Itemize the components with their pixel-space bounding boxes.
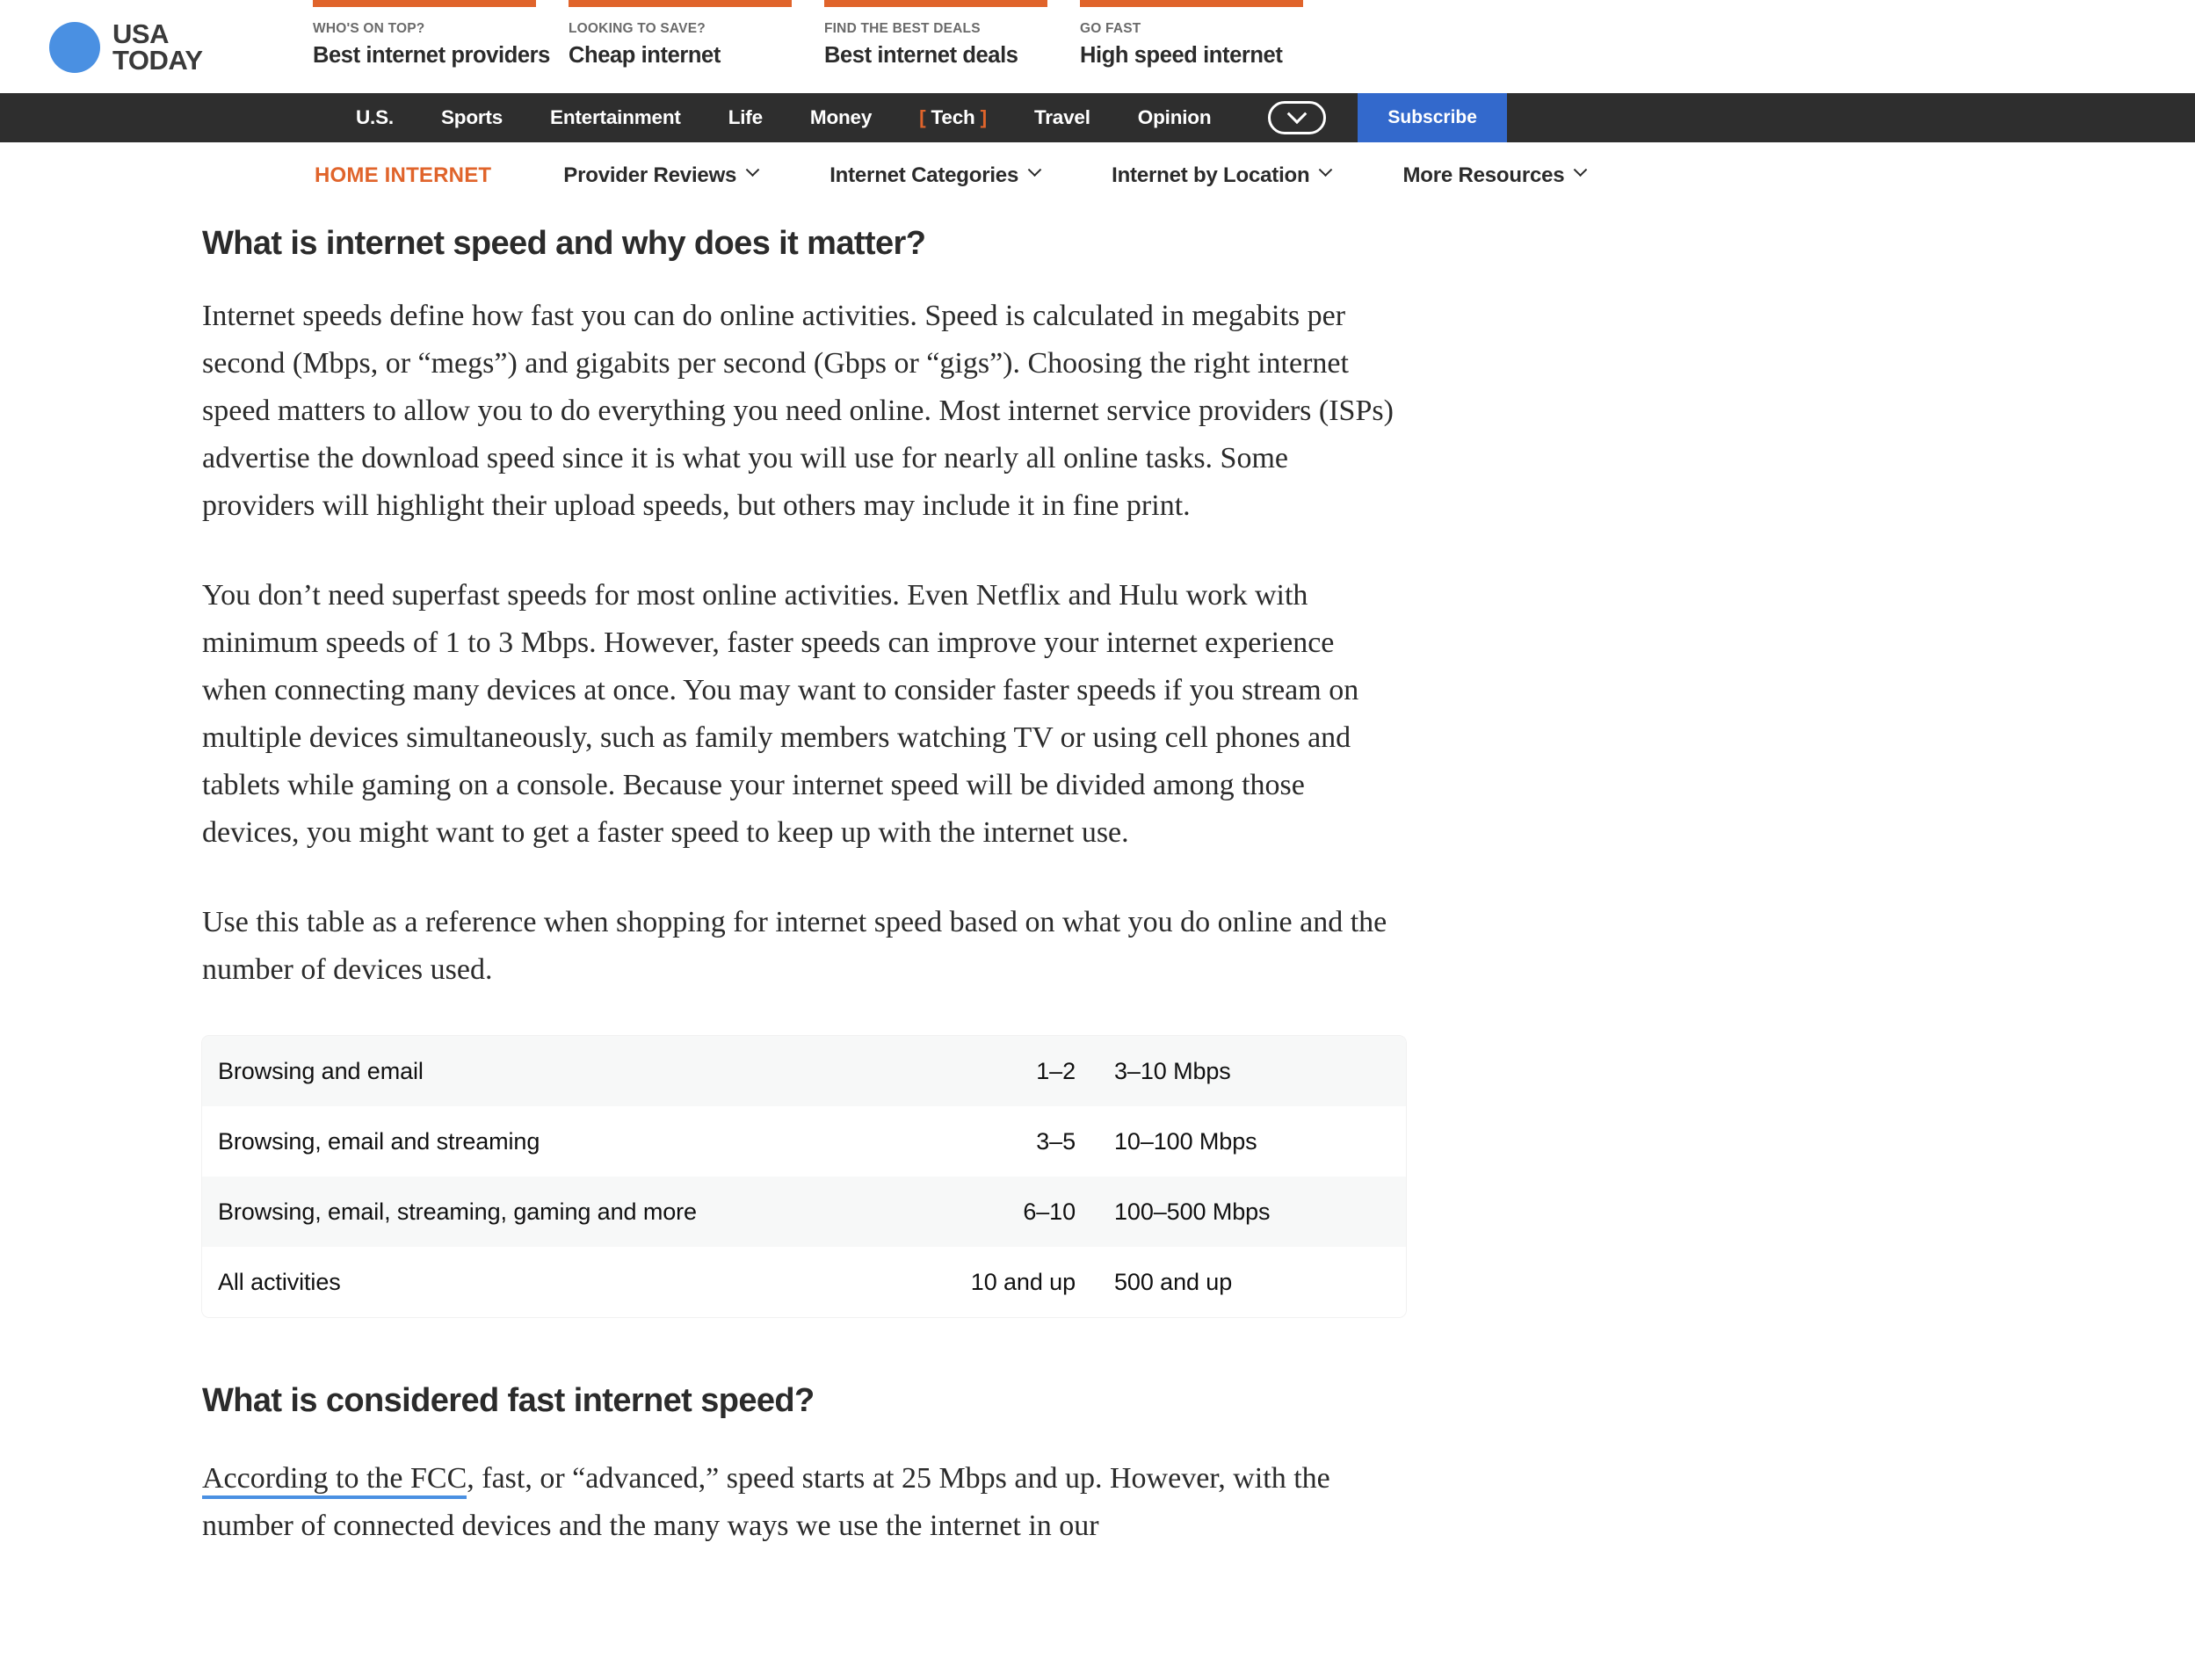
nav-expand-button[interactable] xyxy=(1268,101,1327,134)
primary-nav-items: U.S. Sports Entertainment Life Money [ T… xyxy=(332,93,1507,142)
sec-nav-label: Provider Reviews xyxy=(563,163,737,187)
sec-nav-label: More Resources xyxy=(1402,163,1565,187)
bracket-close: ] xyxy=(980,106,988,128)
promo-accent-rule xyxy=(569,0,792,7)
promo-title: High speed internet xyxy=(1080,43,1283,68)
paragraph-internet-speeds-definition: Internet speeds define how fast you can … xyxy=(202,300,1394,522)
table-row: Browsing, email and streaming 3–5 10–100… xyxy=(202,1106,1406,1177)
nav-item-us[interactable]: U.S. xyxy=(332,93,417,142)
table-row: All activities 10 and up 500 and up xyxy=(202,1247,1406,1317)
secondary-navigation: HOME INTERNET Provider Reviews Internet … xyxy=(0,142,2195,209)
promo-kicker: GO FAST xyxy=(1080,21,1141,36)
usa-today-wordmark: USA TODAY xyxy=(112,18,203,76)
internet-speed-reference-table: Browsing and email 1–2 3–10 Mbps Browsin… xyxy=(202,1036,1406,1317)
cell-devices: 3–5 xyxy=(1036,1127,1076,1155)
usa-today-logo[interactable]: USA TODAY xyxy=(49,18,313,76)
promo-card-cheap-internet[interactable]: LOOKING TO SAVE? Cheap internet xyxy=(569,0,824,69)
table-row: Browsing and email 1–2 3–10 Mbps xyxy=(202,1036,1406,1106)
sec-nav-item-internet-categories[interactable]: Internet Categories xyxy=(829,163,1042,188)
promo-accent-rule xyxy=(1080,0,1303,7)
promo-card-best-internet-deals[interactable]: FIND THE BEST DEALS Best internet deals xyxy=(824,0,1080,69)
usa-today-dot-icon xyxy=(49,21,100,73)
sec-nav-item-provider-reviews[interactable]: Provider Reviews xyxy=(563,163,760,188)
primary-navigation: U.S. Sports Entertainment Life Money [ T… xyxy=(0,93,2195,142)
promo-kicker: FIND THE BEST DEALS xyxy=(824,21,981,36)
chevron-down-icon xyxy=(745,163,760,177)
cell-speed: 3–10 Mbps xyxy=(1114,1057,1231,1084)
promo-card-list: WHO'S ON TOP? Best internet providers LO… xyxy=(313,0,2195,69)
chevron-down-icon xyxy=(1287,104,1308,125)
cell-devices: 1–2 xyxy=(1036,1057,1076,1084)
chevron-down-icon xyxy=(1319,163,1333,177)
promo-title: Best internet deals xyxy=(824,43,1018,68)
article-body: What is internet speed and why does it m… xyxy=(0,209,1406,1550)
table-row: Browsing, email, streaming, gaming and m… xyxy=(202,1177,1406,1247)
nav-item-life[interactable]: Life xyxy=(705,93,786,142)
promo-card-best-internet-providers[interactable]: WHO'S ON TOP? Best internet providers xyxy=(313,0,569,69)
nav-item-opinion[interactable]: Opinion xyxy=(1114,93,1235,142)
promo-accent-rule xyxy=(313,0,536,7)
link-according-to-the-fcc[interactable]: According to the FCC xyxy=(202,1462,467,1499)
sec-nav-item-internet-by-location[interactable]: Internet by Location xyxy=(1112,163,1333,188)
promo-kicker: LOOKING TO SAVE? xyxy=(569,21,706,36)
promo-strip: USA TODAY WHO'S ON TOP? Best internet pr… xyxy=(0,0,2195,93)
promo-title: Cheap internet xyxy=(569,43,721,68)
cell-activity: Browsing and email xyxy=(218,1057,424,1084)
promo-card-high-speed-internet[interactable]: GO FAST High speed internet xyxy=(1080,0,1336,69)
subscribe-button[interactable]: Subscribe xyxy=(1358,93,1507,142)
nav-item-money[interactable]: Money xyxy=(786,93,895,142)
sec-nav-label: Internet Categories xyxy=(829,163,1019,187)
paragraph-superfast-speeds: You don’t need superfast speeds for most… xyxy=(202,579,1359,849)
chevron-down-icon xyxy=(1027,163,1042,177)
paragraph-table-intro: Use this table as a reference when shopp… xyxy=(202,906,1387,986)
cell-speed: 10–100 Mbps xyxy=(1114,1127,1257,1155)
logo-line-today: TODAY xyxy=(112,44,203,76)
cell-activity: Browsing, email and streaming xyxy=(218,1127,540,1155)
nav-item-tech-label: Tech xyxy=(931,106,975,128)
paragraph-fcc-definition: According to the FCC, fast, or “advanced… xyxy=(202,1455,1406,1550)
chevron-down-icon xyxy=(1574,163,1588,177)
cell-devices: 10 and up xyxy=(970,1268,1076,1295)
sec-nav-item-more-resources[interactable]: More Resources xyxy=(1402,163,1588,188)
cell-speed: 100–500 Mbps xyxy=(1114,1198,1271,1225)
bracket-open: [ xyxy=(919,106,926,128)
heading-what-is-fast-internet-speed: What is considered fast internet speed? xyxy=(202,1382,815,1419)
cell-speed: 500 and up xyxy=(1114,1268,1233,1295)
cell-activity: Browsing, email, streaming, gaming and m… xyxy=(218,1198,697,1225)
sec-nav-label: Internet by Location xyxy=(1112,163,1310,187)
cell-activity: All activities xyxy=(218,1268,341,1295)
sub-brand-home-internet[interactable]: HOME INTERNET xyxy=(315,163,491,188)
promo-title: Best internet providers xyxy=(313,43,550,68)
promo-accent-rule xyxy=(824,0,1047,7)
nav-item-tech[interactable]: [ Tech ] xyxy=(895,93,1011,142)
promo-kicker: WHO'S ON TOP? xyxy=(313,21,425,36)
cell-devices: 6–10 xyxy=(1023,1198,1076,1225)
nav-item-sports[interactable]: Sports xyxy=(417,93,526,142)
nav-item-travel[interactable]: Travel xyxy=(1011,93,1114,142)
logo-line-usa: USA xyxy=(112,18,169,49)
heading-what-is-internet-speed: What is internet speed and why does it m… xyxy=(202,225,926,262)
nav-item-entertainment[interactable]: Entertainment xyxy=(526,93,705,142)
